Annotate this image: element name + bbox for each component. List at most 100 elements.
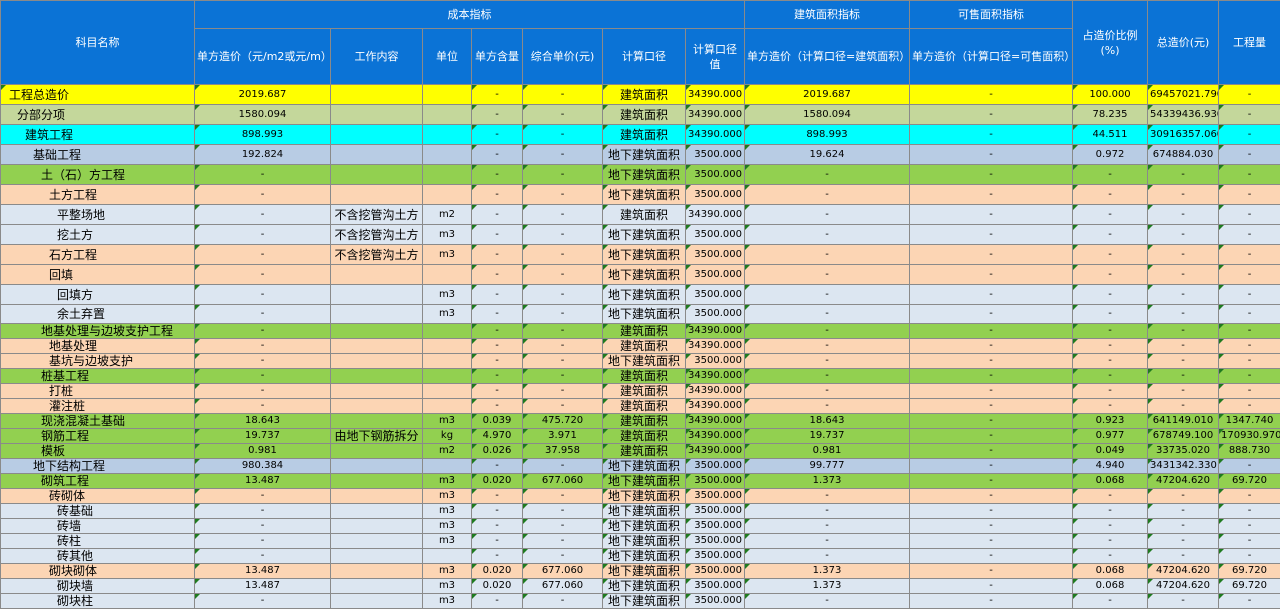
cell-composite-price[interactable]: -: [523, 265, 603, 285]
cell-composite-price[interactable]: -: [523, 459, 603, 474]
cell-total-cost[interactable]: -: [1148, 185, 1219, 205]
cell-work-content[interactable]: [331, 339, 423, 354]
cell-unit-cost-building[interactable]: -: [745, 265, 910, 285]
cell-subject-name[interactable]: 挖土方: [1, 225, 195, 245]
cell-calc-basis-value[interactable]: 34390.000: [686, 85, 745, 105]
cell-unit-cost-saleable[interactable]: -: [910, 185, 1073, 205]
cell-work-content[interactable]: [331, 564, 423, 579]
cell-unit-cost-saleable[interactable]: -: [910, 145, 1073, 165]
cell-calc-basis[interactable]: 建筑面积: [603, 444, 686, 459]
cell-composite-price[interactable]: -: [523, 594, 603, 609]
cell-unit-cost-building[interactable]: 18.643: [745, 414, 910, 429]
cell-unit-content[interactable]: -: [472, 399, 523, 414]
cell-calc-basis-value[interactable]: 3500.000: [686, 474, 745, 489]
cell-unit-cost[interactable]: -: [195, 324, 331, 339]
cell-work-content[interactable]: 由地下钢筋拆分: [331, 429, 423, 444]
cell-work-content[interactable]: [331, 165, 423, 185]
cell-calc-basis[interactable]: 地下建筑面积: [603, 489, 686, 504]
cell-unit[interactable]: [423, 369, 472, 384]
cell-unit-content[interactable]: -: [472, 145, 523, 165]
cell-unit[interactable]: m3: [423, 534, 472, 549]
cell-unit-cost-building[interactable]: 99.777: [745, 459, 910, 474]
cell-unit[interactable]: [423, 399, 472, 414]
cell-unit-cost[interactable]: -: [195, 399, 331, 414]
cell-unit-content[interactable]: -: [472, 549, 523, 564]
cell-cost-ratio[interactable]: -: [1073, 369, 1148, 384]
cell-unit-cost[interactable]: 1580.094: [195, 105, 331, 125]
cell-unit-cost[interactable]: 19.737: [195, 429, 331, 444]
cell-total-cost[interactable]: -: [1148, 534, 1219, 549]
cell-subject-name[interactable]: 余土弃置: [1, 305, 195, 324]
cell-total-cost[interactable]: -: [1148, 354, 1219, 369]
table-row[interactable]: 地基处理---建筑面积34390.000-----: [1, 339, 1280, 354]
cell-unit-cost[interactable]: -: [195, 594, 331, 609]
cell-work-content[interactable]: [331, 369, 423, 384]
cell-unit-content[interactable]: -: [472, 105, 523, 125]
cell-unit[interactable]: m3: [423, 245, 472, 265]
cell-composite-price[interactable]: -: [523, 125, 603, 145]
cell-unit-cost-building[interactable]: -: [745, 354, 910, 369]
cell-calc-basis[interactable]: 建筑面积: [603, 429, 686, 444]
cell-unit-cost-building[interactable]: 1.373: [745, 564, 910, 579]
table-row[interactable]: 平整场地-不含挖管沟土方m2--建筑面积34390.000-----: [1, 205, 1280, 225]
cell-calc-basis[interactable]: 地下建筑面积: [603, 579, 686, 594]
cell-composite-price[interactable]: -: [523, 205, 603, 225]
table-row[interactable]: 回填方-m3--地下建筑面积3500.000-----: [1, 285, 1280, 305]
cell-cost-ratio[interactable]: 4.940: [1073, 459, 1148, 474]
cell-subject-name[interactable]: 模板: [1, 444, 195, 459]
cell-subject-name[interactable]: 砖基础: [1, 504, 195, 519]
cell-quantity[interactable]: 888.730: [1219, 444, 1280, 459]
cell-unit-content[interactable]: -: [472, 324, 523, 339]
cell-total-cost[interactable]: -: [1148, 594, 1219, 609]
cell-calc-basis-value[interactable]: 34390.000: [686, 324, 745, 339]
cell-unit-content[interactable]: -: [472, 185, 523, 205]
cell-total-cost[interactable]: 678749.100: [1148, 429, 1219, 444]
cell-cost-ratio[interactable]: -: [1073, 185, 1148, 205]
cell-total-cost[interactable]: 69457021.790: [1148, 85, 1219, 105]
cell-subject-name[interactable]: 石方工程: [1, 245, 195, 265]
cell-unit-cost-building[interactable]: -: [745, 185, 910, 205]
cell-work-content[interactable]: [331, 414, 423, 429]
cell-work-content[interactable]: [331, 474, 423, 489]
cell-total-cost[interactable]: 47204.620: [1148, 474, 1219, 489]
cell-unit-content[interactable]: 0.026: [472, 444, 523, 459]
cell-subject-name[interactable]: 打桩: [1, 384, 195, 399]
table-row[interactable]: 砌块柱-m3--地下建筑面积3500.000-----: [1, 594, 1280, 609]
cell-quantity[interactable]: -: [1219, 354, 1280, 369]
cell-composite-price[interactable]: -: [523, 105, 603, 125]
cell-work-content[interactable]: [331, 384, 423, 399]
cell-unit[interactable]: m3: [423, 285, 472, 305]
cell-unit-cost-saleable[interactable]: -: [910, 225, 1073, 245]
cell-total-cost[interactable]: 54339436.930: [1148, 105, 1219, 125]
cell-calc-basis[interactable]: 地下建筑面积: [603, 459, 686, 474]
cell-cost-ratio[interactable]: 0.977: [1073, 429, 1148, 444]
cell-unit[interactable]: [423, 459, 472, 474]
cell-composite-price[interactable]: -: [523, 225, 603, 245]
cell-unit-cost-saleable[interactable]: -: [910, 444, 1073, 459]
cell-unit-cost[interactable]: -: [195, 305, 331, 324]
cell-total-cost[interactable]: -: [1148, 225, 1219, 245]
cell-work-content[interactable]: [331, 579, 423, 594]
cell-unit-content[interactable]: -: [472, 369, 523, 384]
cell-unit[interactable]: [423, 265, 472, 285]
cell-quantity[interactable]: -: [1219, 185, 1280, 205]
cell-composite-price[interactable]: -: [523, 489, 603, 504]
cell-unit-content[interactable]: 0.020: [472, 564, 523, 579]
cell-unit-cost-saleable[interactable]: -: [910, 399, 1073, 414]
cell-calc-basis[interactable]: 地下建筑面积: [603, 145, 686, 165]
cell-unit-content[interactable]: -: [472, 354, 523, 369]
cell-quantity[interactable]: 69.720: [1219, 579, 1280, 594]
cell-cost-ratio[interactable]: -: [1073, 354, 1148, 369]
cell-unit-content[interactable]: -: [472, 85, 523, 105]
cell-cost-ratio[interactable]: -: [1073, 285, 1148, 305]
cell-unit-content[interactable]: -: [472, 459, 523, 474]
cell-unit-cost-saleable[interactable]: -: [910, 125, 1073, 145]
cell-cost-ratio[interactable]: -: [1073, 324, 1148, 339]
cell-subject-name[interactable]: 砖柱: [1, 534, 195, 549]
cell-unit-content[interactable]: -: [472, 285, 523, 305]
cell-unit-cost-saleable[interactable]: -: [910, 339, 1073, 354]
cell-cost-ratio[interactable]: 0.972: [1073, 145, 1148, 165]
cell-unit[interactable]: m3: [423, 474, 472, 489]
cell-cost-ratio[interactable]: 0.049: [1073, 444, 1148, 459]
cell-calc-basis[interactable]: 地下建筑面积: [603, 165, 686, 185]
